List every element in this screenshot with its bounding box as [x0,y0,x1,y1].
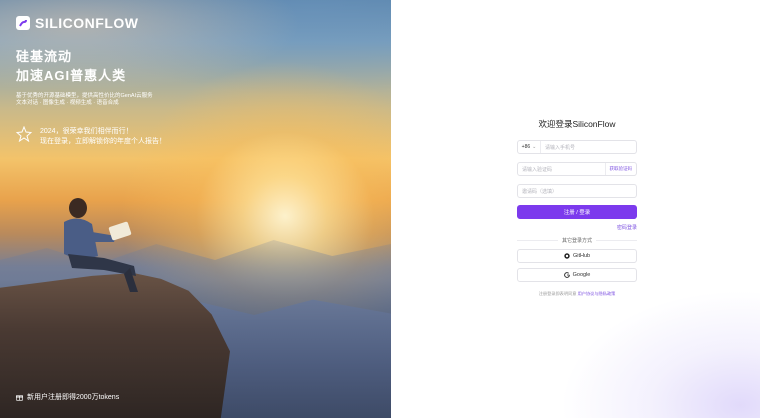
annual-report-announcement[interactable]: 2024，很荣幸我们相伴而行！ 现在登录，立即解锁你的年度个人报告！ [16,126,166,147]
password-login-link[interactable]: 密码登录 [517,224,637,231]
terms-prefix: 注册登录即表明同意 [538,291,577,296]
verification-code-field[interactable]: 请输入验证码 获取验证码 [517,162,637,176]
github-login-button[interactable]: GitHub [517,249,637,263]
github-label: GitHub [572,253,591,259]
invite-code-field[interactable]: 邀请码（选填） [517,184,637,198]
chevron-down-icon: ⌄ [532,144,537,150]
invite-code-input[interactable]: 邀请码（选填） [518,188,636,195]
terms-link[interactable]: 用户协议与隐私政策 [578,291,616,296]
terms-notice: 注册登录即表明同意 用户协议与隐私政策 [517,291,637,297]
google-label: Google [572,272,591,278]
background-glow [560,290,760,418]
google-login-button[interactable]: Google [517,268,637,282]
country-code: +86 [521,144,531,150]
country-code-select[interactable]: +86 ⌄ [518,141,541,153]
other-methods-divider: 其它登录方式 [517,237,638,244]
new-user-promo: 新用户注册即得2000万tokens [16,392,119,402]
promo-text: 新用户注册即得2000万tokens [27,394,120,401]
hero-subtitle-line2: 文本对话 · 图像生成 · 视频生成 · 语音合成 [16,100,119,106]
divider-line [596,240,638,241]
register-login-button[interactable]: 注册 / 登录 [517,205,637,219]
star-icon [16,126,32,142]
phone-field[interactable]: +86 ⌄ 请输入手机号 [517,140,637,154]
phone-input[interactable]: 请输入手机号 [541,144,636,151]
login-form: 欢迎登录SiliconFlow +86 ⌄ 请输入手机号 请输入验证码 获取验证… [517,118,638,297]
hero-content: SILICONFLOW 硅基流动 加速AGI普惠人类 基于优秀的开源基础模型，提… [0,0,391,418]
hero-subtitle-line1: 基于优秀的开源基础模型，提供高性价比的GenAI云服务 [16,93,153,99]
hero-title-line2: 加速AGI普惠人类 [16,68,127,83]
github-icon [564,253,570,259]
login-title: 欢迎登录SiliconFlow [538,119,616,129]
verification-code-input[interactable]: 请输入验证码 [518,166,605,173]
gift-icon [16,394,23,401]
announcement-line2: 现在登录，立即解锁你的年度个人报告！ [40,138,166,145]
google-icon [563,272,570,278]
announcement-line1: 2024，很荣幸我们相伴而行！ [40,128,133,135]
get-code-button[interactable]: 获取验证码 [604,163,637,175]
other-methods-label: 其它登录方式 [562,238,593,244]
hero-title-line1: 硅基流动 [16,49,73,64]
siliconflow-logo-icon [16,16,30,30]
brand-name: SILICONFLOW [35,15,139,31]
divider-line [517,240,558,241]
brand-logo[interactable]: SILICONFLOW [16,15,139,31]
